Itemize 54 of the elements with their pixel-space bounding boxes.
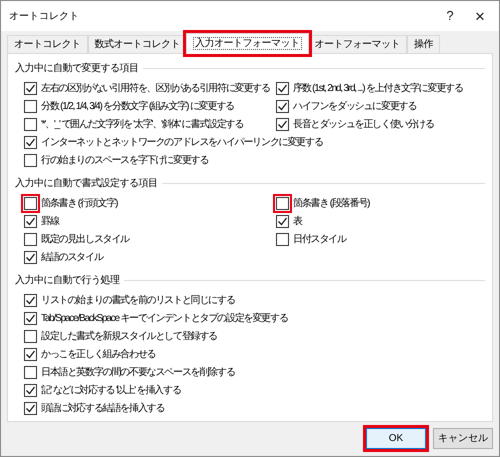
dialog-button[interactable]: キャンセル [433,428,493,449]
checkbox-label: 行の始まりのスペースを字下げに変更する [41,154,208,168]
section-title: 入力中に自動で変更する項目 [15,62,138,76]
checkbox-label: インターネットとネットワークのアドレスをハイパーリンクに変更する [41,136,323,150]
checkbox[interactable] [24,136,37,148]
checkbox-label: '*'、'_' で囲んだ文字列を '太字'、'斜体' に書式設定する [41,118,244,132]
checkbox-label: 頭語に対応する結語を挿入する [41,402,164,416]
checkbox-label: 分数 (1/2, 1/4, 3/4) を分数文字 (組み文字) に変更する [41,100,234,114]
checkbox-label: 序数 (1st, 2nd, 3rd, ...) を上付き文字に変更する [293,82,463,96]
checkbox-label: 箇条書き (段落番号) [293,196,370,210]
checkbox[interactable] [276,214,289,228]
tab[interactable]: オートコレクト [7,35,88,54]
checkbox-label: 設定した書式を新規スタイルとして登録する [41,330,218,344]
checkbox-label: 長音とダッシュを正しく使い分ける [293,118,434,132]
checkbox[interactable] [24,118,37,130]
checkbox[interactable] [276,82,289,94]
section-title: 入力中に自動で書式設定する項目 [15,176,158,190]
checkbox[interactable] [24,312,37,324]
checkbox[interactable] [276,232,289,246]
checkbox-label: かっこを正しく組み合わせる [41,348,156,362]
checkbox[interactable] [24,294,37,306]
checkbox[interactable] [24,402,37,414]
checkbox[interactable] [276,100,289,112]
checkbox-label: '記' などに対応する '以上' を挿入する [41,384,181,398]
checkbox[interactable] [24,154,37,166]
checkbox[interactable] [24,196,37,210]
checkbox-label: Tab/Space/BackSpace キーでインデントとタブの設定を変更する [41,312,288,326]
tab[interactable]: 操作 [407,35,440,54]
checkbox[interactable] [276,118,289,130]
checkbox-label: 結語のスタイル [41,250,103,264]
checkbox[interactable] [24,82,37,94]
checkbox-label: 左右の区別がない引用符を、区別がある引用符に変更する [41,82,270,96]
checkbox-label: 既定の見出しスタイル [41,232,130,246]
checkbox-label: 表 [293,214,302,228]
checkbox-label: 箇条書き (行頭文字) [41,196,118,210]
window-title: オートコレクト [9,10,80,24]
checkbox[interactable] [24,214,37,228]
checkbox[interactable] [24,232,37,246]
checkbox[interactable] [24,348,37,360]
checkbox-label: 日本語と英数字の間の不要なスペースを削除する [41,366,235,380]
checkbox[interactable] [24,330,37,342]
checkbox[interactable] [276,196,289,210]
checkbox-label: 罫線 [41,214,59,228]
section-title: 入力中に自動で行う処理 [15,274,120,288]
dialog-button[interactable]: OK [366,428,426,449]
checkbox-label: ハイフンをダッシュに変更する [293,100,416,114]
checkbox-label: リストの始まりの書式を前のリストと同じにする [41,294,235,308]
help-button[interactable]: ? [435,4,465,28]
checkbox[interactable] [24,384,37,396]
close-button[interactable]: × [465,4,495,28]
checkbox[interactable] [24,366,37,378]
checkbox[interactable] [24,100,37,112]
checkbox[interactable] [24,250,37,264]
checkbox-label: 日付スタイル [293,232,346,246]
